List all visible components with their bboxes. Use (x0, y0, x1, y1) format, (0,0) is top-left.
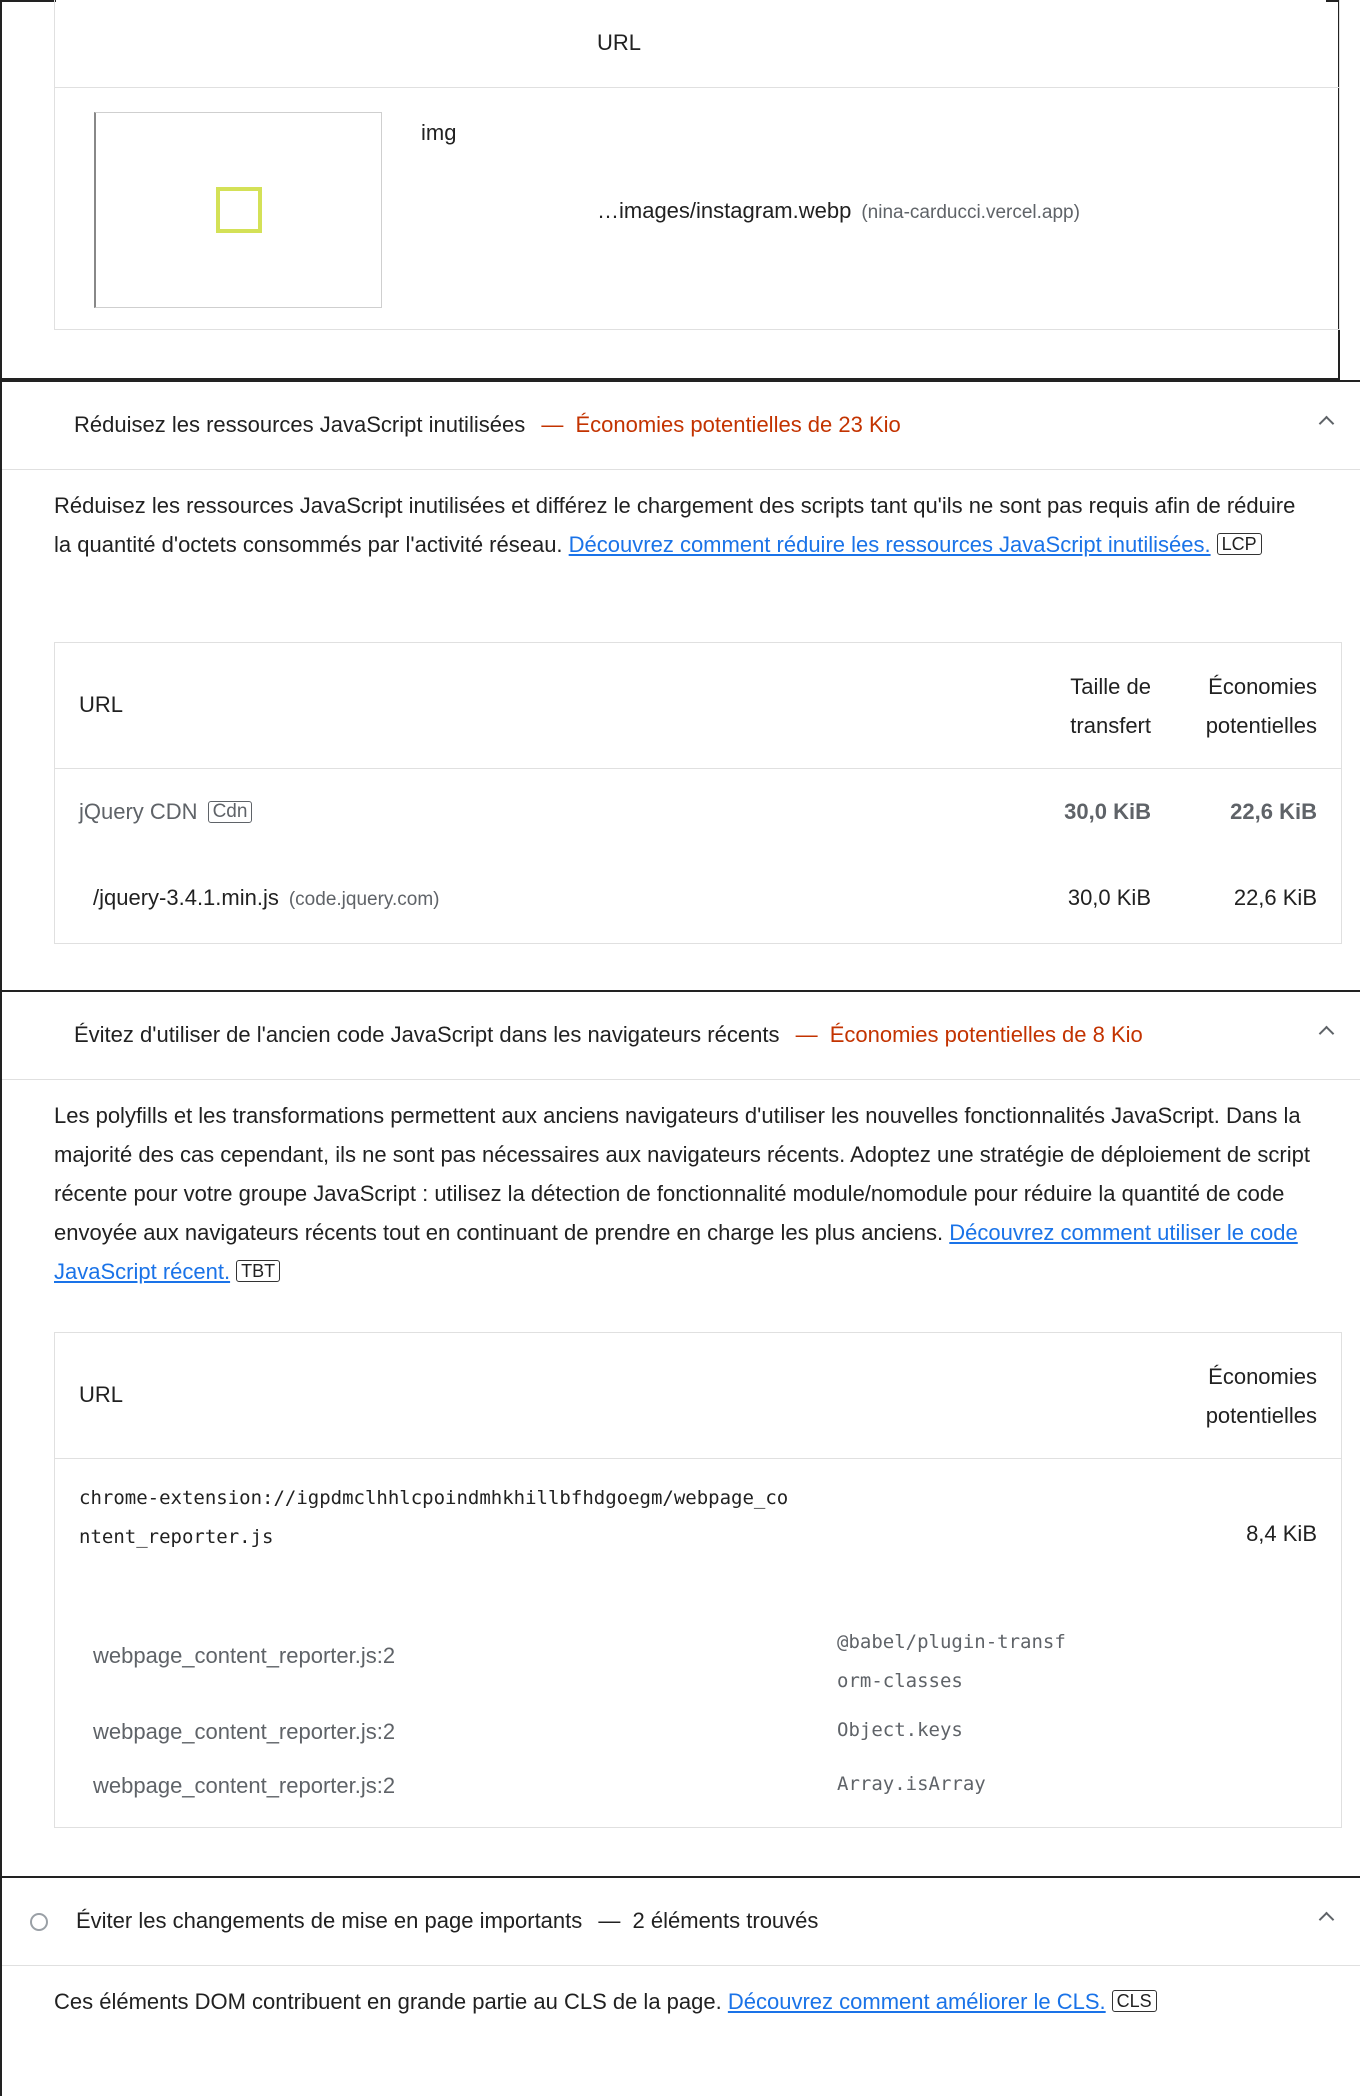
audit-title-line: Éviter les changements de mise en page i… (76, 1908, 818, 1934)
resource-url[interactable]: …images/instagram.webp (nina-carducci.ver… (597, 198, 1080, 224)
audit-title-line: Évitez d'utiliser de l'ancien code JavaS… (74, 1022, 1143, 1048)
source-location[interactable]: webpage_content_reporter.js:2 (93, 1719, 395, 1745)
header-potential-savings: Économies potentielles (1205, 1364, 1317, 1428)
metric-tag-tbt: TBT (236, 1260, 281, 1282)
source-location[interactable]: webpage_content_reporter.js:2 (93, 1643, 395, 1669)
learn-more-link[interactable]: Découvrez comment réduire les ressources… (569, 532, 1211, 557)
audit-description: Ces éléments DOM contribuent en grande p… (54, 1982, 1314, 2021)
header-url: URL (597, 30, 642, 55)
audit-header[interactable]: Réduisez les ressources JavaScript inuti… (2, 382, 1360, 470)
separator: — (795, 1022, 818, 1047)
table-row-group[interactable]: jQuery CDN Cdn 30,0 KiB 22,6 KiB (55, 769, 1341, 855)
polyfill-signal: Array.isArray (837, 1773, 986, 1795)
element-screenshot[interactable] (94, 112, 382, 308)
savings-text: Économies potentielles de 8 Kio (829, 1022, 1143, 1047)
savings-text: Économies potentielles de 23 Kio (575, 412, 901, 437)
learn-more-link[interactable]: Découvrez comment améliorer le CLS. (728, 1989, 1106, 2014)
url-host: (code.jquery.com) (288, 889, 440, 910)
audit-title: Évitez d'utiliser de l'ancien code JavaS… (74, 1022, 780, 1047)
audit-description: Réduisez les ressources JavaScript inuti… (54, 486, 1314, 564)
audit-unused-javascript: Réduisez les ressources JavaScript inuti… (0, 380, 1360, 990)
element-highlight-box (216, 187, 262, 233)
audit-title: Réduisez les ressources JavaScript inuti… (74, 412, 526, 437)
chevron-up-icon[interactable] (1318, 1911, 1335, 1928)
audit-legacy-javascript: Évitez d'utiliser de l'ancien code JavaS… (0, 990, 1360, 1878)
separator: — (598, 1908, 621, 1933)
group-savings: 22,6 KiB (1230, 799, 1317, 824)
row-savings: 8,4 KiB (1246, 1521, 1317, 1546)
header-potential-savings: Économies potentielles (1205, 674, 1317, 738)
metric-tag-lcp: LCP (1216, 533, 1262, 555)
header-url: URL (79, 692, 124, 717)
metric-tag-cls: CLS (1111, 1990, 1157, 2012)
legacy-js-table: URL Économies potentielles chrome-extens… (54, 1332, 1342, 1828)
row-transfer-size: 30,0 KiB (1067, 885, 1151, 910)
audit-description: Les polyfills et les transformations per… (54, 1096, 1324, 1291)
unused-js-table: URL Taille de transfert Économies potent… (54, 642, 1342, 944)
frame-border (0, 0, 56, 2)
header-url: URL (79, 1382, 124, 1407)
chevron-up-icon[interactable] (1318, 1025, 1335, 1042)
table-header: URL (55, 0, 1339, 88)
audit-header[interactable]: Éviter les changements de mise en page i… (2, 1878, 1360, 1966)
group-transfer-size: 30,0 KiB (1064, 799, 1151, 824)
table-row[interactable]: img …images/instagram.webp (nina-carducci… (55, 88, 1339, 330)
description-text: Ces éléments DOM contribuent en grande p… (54, 1989, 722, 2014)
table-header: URL Économies potentielles (55, 1333, 1341, 1459)
node-type-label: img (421, 120, 457, 145)
summary-text: 2 éléments trouvés (632, 1908, 819, 1933)
source-location[interactable]: webpage_content_reporter.js:2 (93, 1773, 395, 1799)
sub-row: webpage_content_reporter.js:2 Object.key… (55, 1701, 1341, 1755)
polyfill-signal: @babel/plugin-transform-classes (837, 1631, 1066, 1692)
entity-category-tag: Cdn (207, 801, 253, 823)
audit-status-circle-icon (30, 1913, 48, 1931)
layout-shift-elements-section: URL img …images/instagram.webp (nina-card… (0, 0, 1340, 380)
audit-header[interactable]: Évitez d'utiliser de l'ancien code JavaS… (2, 992, 1360, 1080)
audit-title: Éviter les changements de mise en page i… (76, 1908, 583, 1933)
extension-script-url[interactable]: chrome-extension://igpdmclhhlcpoindmhkhi… (79, 1479, 791, 1557)
entity-label: jQuery CDN Cdn (79, 799, 253, 825)
chevron-up-icon[interactable] (1318, 415, 1335, 432)
row-savings: 22,6 KiB (1233, 885, 1317, 910)
table-row[interactable]: chrome-extension://igpdmclhhlcpoindmhkhi… (55, 1459, 1341, 1623)
separator: — (541, 412, 564, 437)
url-host: (nina-carducci.vercel.app) (861, 202, 1080, 223)
entity-name: jQuery CDN (79, 799, 198, 824)
url-path: /jquery-3.4.1.min.js (93, 885, 279, 910)
polyfill-signal: Object.keys (837, 1719, 963, 1741)
element-table: URL img …images/instagram.webp (nina-card… (54, 0, 1340, 330)
resource-url[interactable]: /jquery-3.4.1.min.js (code.jquery.com) (93, 885, 440, 911)
sub-row: webpage_content_reporter.js:2 Array.isAr… (55, 1755, 1341, 1809)
header-transfer-size: Taille de transfert (1070, 674, 1151, 738)
table-header: URL Taille de transfert Économies potent… (55, 643, 1341, 769)
url-path: …images/instagram.webp (597, 198, 852, 223)
table-row[interactable]: /jquery-3.4.1.min.js (code.jquery.com) 30… (55, 855, 1341, 943)
audit-layout-shifts: Éviter les changements de mise en page i… (0, 1876, 1360, 2096)
sub-row: webpage_content_reporter.js:2 @babel/plu… (55, 1623, 1341, 1701)
audit-title-line: Réduisez les ressources JavaScript inuti… (74, 412, 901, 438)
